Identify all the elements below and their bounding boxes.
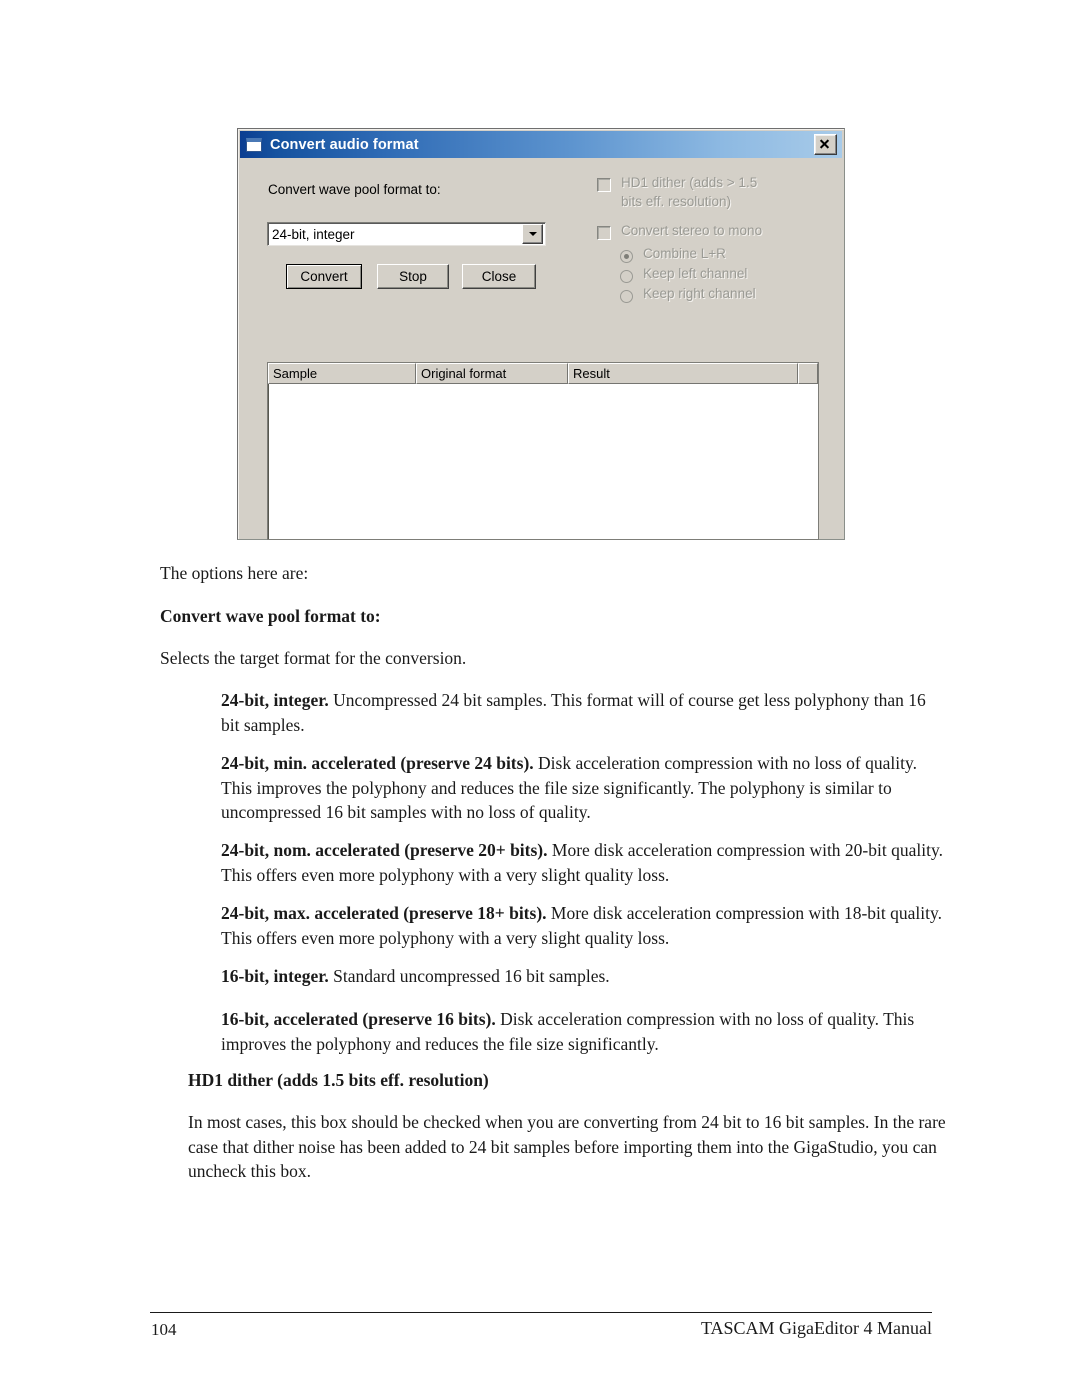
list-item: 16-bit, integer. Standard uncompressed 1… bbox=[221, 964, 943, 989]
format-combobox[interactable]: 24-bit, integer bbox=[267, 222, 546, 246]
item-text: Standard uncompressed 16 bit samples. bbox=[328, 966, 610, 986]
results-listview[interactable]: Sample Original format Result bbox=[267, 362, 819, 540]
stereo-to-mono-label: Convert stereo to mono bbox=[621, 223, 763, 238]
item-term: 24-bit, max. accelerated (preserve 18+ b… bbox=[221, 903, 547, 923]
list-item: 24-bit, max. accelerated (preserve 18+ b… bbox=[221, 901, 943, 950]
item-term: 24-bit, integer. bbox=[221, 690, 329, 710]
combine-lr-radio[interactable] bbox=[620, 250, 633, 263]
item-term: 16-bit, accelerated (preserve 16 bits). bbox=[221, 1009, 496, 1029]
dialog-body: Convert wave pool format to: 24-bit, int… bbox=[240, 160, 842, 540]
format-combobox-value: 24-bit, integer bbox=[272, 226, 355, 242]
item-term: 24-bit, min. accelerated (preserve 24 bi… bbox=[221, 753, 534, 773]
heading-convert-wave-pool: Convert wave pool format to: bbox=[160, 606, 381, 626]
column-header-result[interactable]: Result bbox=[568, 363, 798, 384]
list-item: 24-bit, integer. Uncompressed 24 bit sam… bbox=[221, 688, 943, 737]
combine-lr-label: Combine L+R bbox=[643, 246, 726, 261]
keep-left-channel-radio[interactable] bbox=[620, 270, 633, 283]
chevron-down-icon[interactable] bbox=[522, 224, 543, 244]
stop-button[interactable]: Stop bbox=[377, 264, 449, 289]
column-header-spacer[interactable] bbox=[798, 363, 818, 384]
footer-divider bbox=[150, 1312, 932, 1313]
column-header-original-format[interactable]: Original format bbox=[416, 363, 568, 384]
dialog-titlebar: Convert audio format bbox=[240, 131, 842, 158]
hd1-dither-checkbox[interactable] bbox=[597, 178, 611, 192]
keep-right-channel-radio[interactable] bbox=[620, 290, 633, 303]
dialog-title: Convert audio format bbox=[270, 136, 419, 153]
manual-title: TASCAM GigaEditor 4 Manual bbox=[700, 1318, 932, 1338]
hd1-dither-label-line2: bits eff. resolution) bbox=[621, 194, 732, 209]
page-number: 104 bbox=[151, 1320, 177, 1339]
convert-button[interactable]: Convert bbox=[286, 264, 362, 289]
list-item: 16-bit, accelerated (preserve 16 bits). … bbox=[221, 1007, 943, 1056]
item-term: 24-bit, nom. accelerated (preserve 20+ b… bbox=[221, 840, 548, 860]
hd1-dither-paragraph: In most cases, this box should be checke… bbox=[188, 1112, 946, 1181]
heading-hd1-dither: HD1 dither (adds 1.5 bits eff. resolutio… bbox=[188, 1070, 489, 1090]
results-listview-header: Sample Original format Result bbox=[268, 363, 818, 384]
item-term: 16-bit, integer. bbox=[221, 966, 329, 986]
keep-right-channel-label: Keep right channel bbox=[643, 286, 756, 301]
hd1-dither-label-line1: HD1 dither (adds > 1.5 bbox=[621, 175, 758, 190]
intro-paragraph: The options here are: bbox=[160, 563, 309, 583]
window-icon bbox=[246, 137, 262, 152]
intro-paragraph-2: Selects the target format for the conver… bbox=[160, 648, 467, 668]
keep-left-channel-label: Keep left channel bbox=[643, 266, 748, 281]
list-item: 24-bit, min. accelerated (preserve 24 bi… bbox=[221, 751, 943, 825]
close-icon[interactable] bbox=[814, 134, 837, 155]
close-button[interactable]: Close bbox=[462, 264, 536, 289]
stereo-to-mono-checkbox[interactable] bbox=[597, 226, 611, 240]
column-header-sample[interactable]: Sample bbox=[268, 363, 416, 384]
screenshot-figure: Convert audio format Convert wave pool f… bbox=[237, 128, 845, 540]
list-item: 24-bit, nom. accelerated (preserve 20+ b… bbox=[221, 838, 943, 887]
convert-audio-format-dialog: Convert audio format Convert wave pool f… bbox=[237, 128, 845, 540]
format-label: Convert wave pool format to: bbox=[268, 182, 441, 197]
